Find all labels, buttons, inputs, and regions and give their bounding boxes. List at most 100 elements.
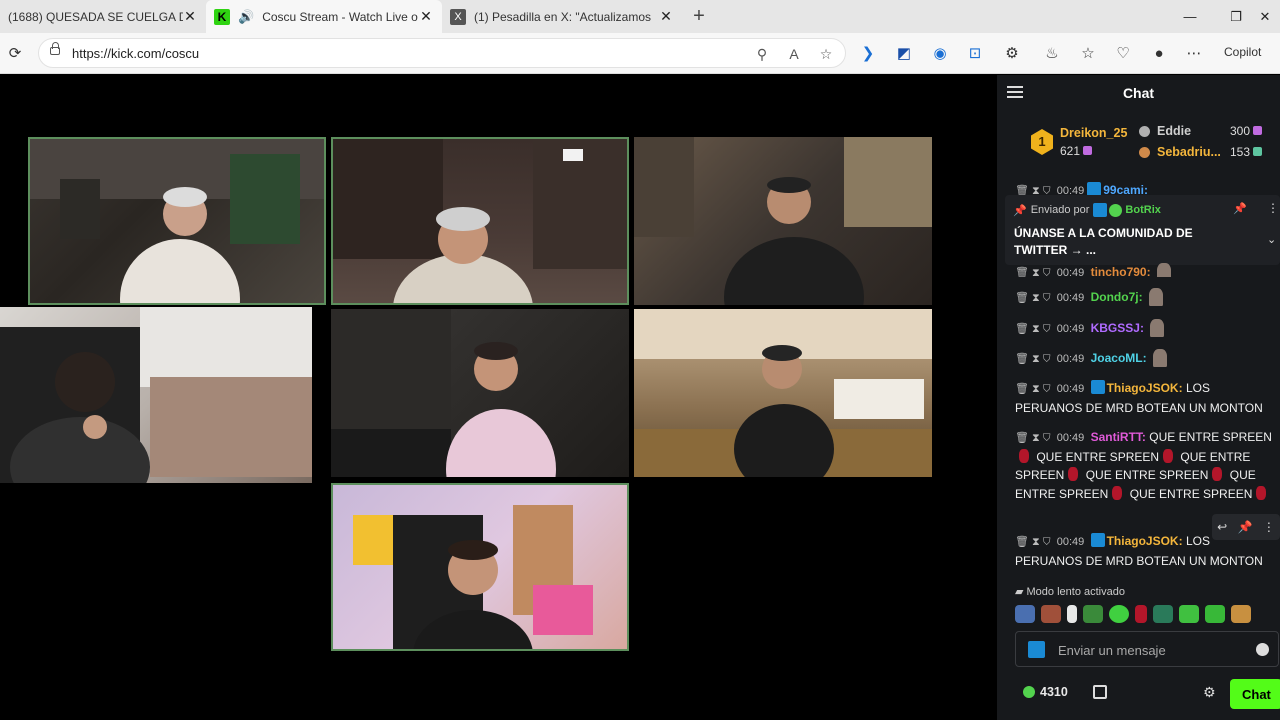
zoom-icon[interactable]: ⚲ [752,44,772,64]
extensions-puzzle-icon[interactable]: ⚙ [1000,41,1024,65]
message-time: 00:49 [1056,267,1085,277]
emote-icon[interactable] [1205,605,1225,623]
video-player[interactable] [0,75,997,720]
pinned-sender[interactable]: BotRix [1125,204,1160,216]
tab-youtube[interactable]: (1688) QUESADA SE CUELGA DE M ✕ [0,0,206,33]
gift-icon [1083,146,1093,155]
camera-feed [634,137,932,305]
pinned-more-icon[interactable]: ⋮ [1267,201,1279,215]
performance-icon[interactable]: ♨ [1040,41,1064,65]
emote-icon[interactable] [1109,605,1129,623]
lock-icon [50,42,60,55]
camera-feed [0,307,312,483]
copilot-button[interactable]: Copilot [1224,45,1261,59]
emote-icon[interactable] [1179,605,1199,623]
leaderboard-third-name[interactable]: Sebadriu... [1157,145,1221,159]
emote-icon [1212,467,1223,481]
message-text: QUE ENTRE SPREEN [1149,430,1272,444]
message-tools-icon[interactable]: 🗑 ⧗ ⛉ [1015,292,1051,304]
chevron-down-icon[interactable]: ⌄ [1267,233,1276,246]
chat-username[interactable]: ThiagoJSOK: [1107,381,1183,395]
browser-essentials-icon[interactable]: ♡ [1111,41,1135,65]
unpin-icon[interactable]: 📌 [1233,202,1247,215]
extension-icon[interactable]: ◩ [892,41,916,65]
streamer-silhouette [353,505,593,649]
camera-feed [331,483,629,651]
amount-value: 300 [1230,124,1251,138]
reply-icon[interactable]: ↩ [1217,520,1227,534]
streamer-silhouette [30,139,324,303]
chat-panel: Chat 1 Dreikon_25 621 Eddie 300 Sebadriu… [997,75,1280,720]
streamer-silhouette [331,309,556,477]
emote-icon[interactable] [1067,605,1077,623]
minimize-button[interactable]: — [1167,0,1213,33]
speaker-icon[interactable]: 🔊 [238,9,254,25]
leaderboard-second-name[interactable]: Eddie [1157,124,1191,138]
verified-badge-icon [1090,380,1105,394]
message-tools-icon[interactable]: 🗑 ⧗ ⛉ [1015,185,1051,195]
chat-message: 🗑 ⧗ ⛉ 00:49 tincho790: [1015,263,1273,277]
emote-icon[interactable] [1231,605,1251,623]
emote-icon[interactable] [1153,605,1173,623]
streamer-silhouette [333,139,627,303]
message-tools-icon[interactable]: 🗑 ⧗ ⛉ [1015,432,1051,444]
favorite-star-icon[interactable]: ☆ [816,44,836,64]
favorites-icon[interactable]: ☆ [1076,41,1100,65]
browser-tab-bar: (1688) QUESADA SE CUELGA DE M ✕ K 🔊 Cosc… [0,0,1280,33]
chat-message-partial: 🗑 ⧗ ⛉ 00:49 99cami: [1015,181,1273,195]
extension-icon[interactable]: ◉ [928,41,952,65]
profile-avatar-icon[interactable]: ● [1147,41,1171,65]
message-tools-icon[interactable]: 🗑 ⧗ ⛉ [1015,267,1051,277]
message-tools-icon[interactable]: 🗑 ⧗ ⛉ [1015,383,1051,395]
chat-username[interactable]: JoacoML: [1091,351,1147,365]
tab-x[interactable]: X (1) Pesadilla en X: "Actualizamos l ✕ [442,0,682,33]
emote-icon[interactable] [1015,605,1035,623]
chat-username[interactable]: SantiRTT: [1091,430,1146,444]
new-tab-button[interactable]: + [682,0,716,33]
more-menu-icon[interactable]: ⋯ [1182,41,1206,65]
extension-icon[interactable]: ❯ [856,41,880,65]
message-tools-icon[interactable]: 🗑 ⧗ ⛉ [1015,536,1051,548]
channel-points[interactable]: 4310 [1023,685,1068,699]
more-icon[interactable]: ⋮ [1263,520,1275,534]
message-tools-icon[interactable]: 🗑 ⧗ ⛉ [1015,353,1051,365]
close-icon[interactable]: ✕ [418,8,434,24]
message-tools-icon[interactable]: 🗑 ⧗ ⛉ [1015,323,1051,335]
streamer-silhouette [0,307,312,483]
chat-message-input[interactable] [1058,640,1238,660]
points-value: 4310 [1040,685,1068,699]
pin-icon[interactable]: 📌 [1238,520,1253,534]
chat-username[interactable]: 99cami: [1103,183,1148,195]
tab-kick-coscu[interactable]: K 🔊 Coscu Stream - Watch Live o ✕ [206,0,442,33]
emote-icon[interactable] [1041,605,1061,623]
emote-icon[interactable] [1083,605,1103,623]
refresh-icon[interactable]: ⟳ [3,41,27,65]
store-icon[interactable] [1093,685,1107,699]
url-field[interactable]: https://kick.com/coscu ⚲ A ☆ [38,38,846,68]
close-icon[interactable]: ✕ [658,8,674,24]
user-badge-icon [1028,641,1045,658]
chat-message: 🗑 ⧗ ⛉ 00:49 JoacoML: [1015,349,1273,369]
screenshot-icon[interactable]: ⊡ [963,41,987,65]
message-text: QUE ENTRE SPREEN [1036,449,1160,464]
emote-icon [1019,448,1029,463]
read-aloud-icon[interactable]: A [784,44,804,64]
close-icon[interactable]: ✕ [182,8,198,24]
slow-mode-icon: ▰ [1015,586,1027,598]
pinned-message: 📌 Enviado por BotRix 📌 ⋮ ÚNANSE A LA COM… [1005,195,1280,265]
chat-username[interactable]: tincho790: [1091,265,1151,277]
leaderboard-second-amount: 300 [1230,124,1263,138]
points-icon [1023,686,1035,698]
gear-icon[interactable]: ⚙ [1203,684,1216,701]
gift-icon [1253,147,1263,156]
chat-username[interactable]: ThiagoJSOK: [1107,534,1183,548]
message-time: 00:49 [1056,292,1085,304]
emoji-picker-icon[interactable] [1256,643,1269,656]
send-chat-button[interactable]: Chat [1230,679,1280,709]
chat-username[interactable]: Dondo7j: [1091,290,1143,304]
amount-value: 153 [1230,145,1251,159]
leaderboard-top-name[interactable]: Dreikon_25 [1060,126,1127,140]
chat-username[interactable]: KBGSSJ: [1091,321,1144,335]
emote-icon[interactable] [1135,605,1147,623]
close-window-button[interactable]: ✕ [1250,0,1280,33]
